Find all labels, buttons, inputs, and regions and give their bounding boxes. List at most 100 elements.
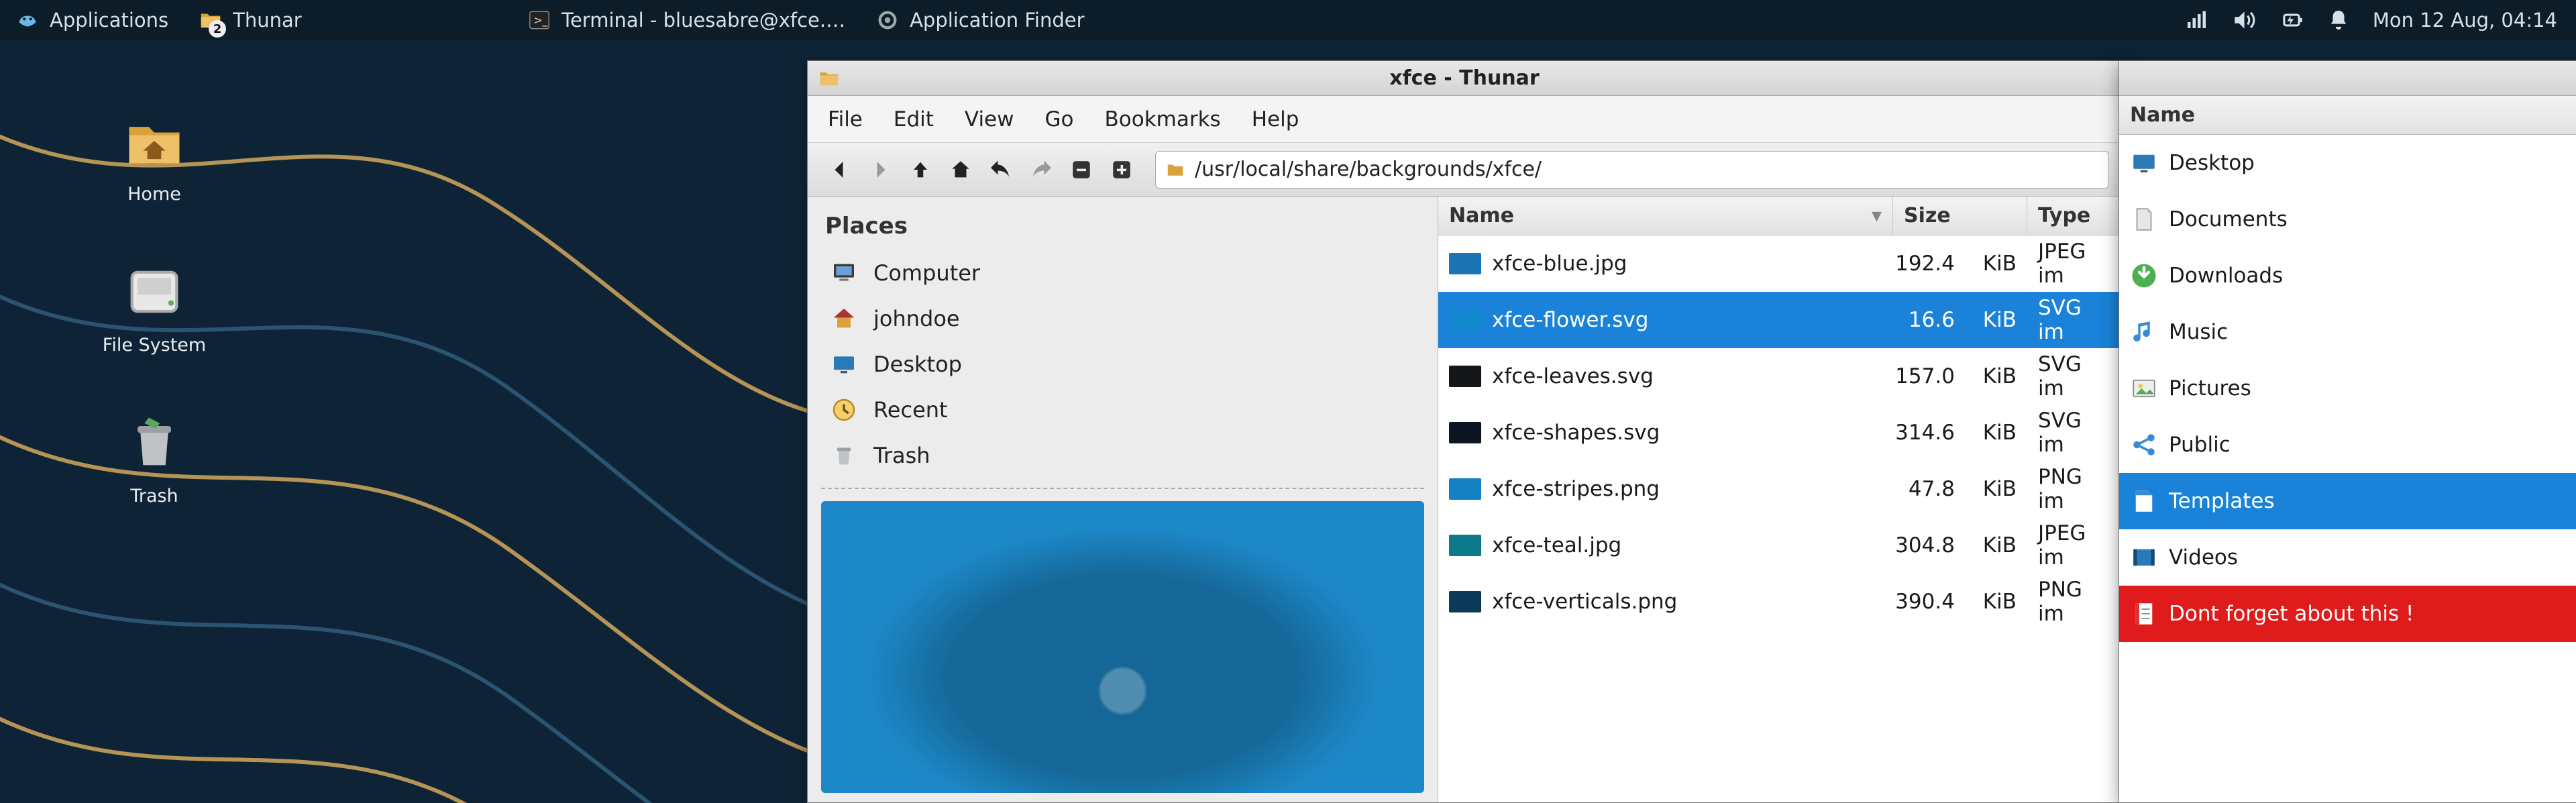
file-row[interactable]: xfce-teal.jpg304.8 KiBJPEG im — [1438, 517, 2121, 574]
file-row[interactable]: xfce-shapes.svg314.6 KiBSVG im — [1438, 405, 2121, 461]
sidebar-place-computer[interactable]: Computer — [808, 250, 1438, 296]
file-name: xfce-teal.jpg — [1492, 533, 1621, 557]
file-unit: KiB — [1983, 308, 2017, 332]
place-label: Desktop — [873, 352, 962, 377]
recent-icon — [829, 395, 859, 425]
file-row[interactable]: xfce-leaves.svg157.0 KiBSVG im — [1438, 348, 2121, 405]
folder-row[interactable]: Templates4.0 — [2119, 473, 2576, 529]
place-label: Recent — [873, 397, 948, 423]
taskbar-item-appfinder[interactable]: Application Finder — [860, 0, 1099, 40]
titlebar[interactable]: ▾ — [2119, 61, 2576, 96]
col-name[interactable]: Name ▾ — [1438, 197, 1893, 235]
sidebar-place-desktop[interactable]: Desktop — [808, 341, 1438, 387]
file-type: PNG im — [2038, 465, 2110, 513]
forward-button[interactable] — [860, 150, 900, 190]
location-bar[interactable]: /usr/local/share/backgrounds/xfce/ — [1155, 151, 2109, 189]
file-unit: KiB — [1983, 252, 2017, 276]
menu-go[interactable]: Go — [1045, 107, 1074, 131]
notifications-icon[interactable] — [2327, 9, 2350, 32]
menu-bookmarks[interactable]: Bookmarks — [1105, 107, 1221, 131]
parent-button[interactable] — [900, 150, 941, 190]
folder-icon — [1165, 160, 1185, 180]
col-size[interactable]: Size — [1893, 197, 2027, 235]
computer-icon — [829, 258, 859, 288]
sidebar-place-home[interactable]: johndoe — [808, 296, 1438, 341]
file-row[interactable]: xfce-stripes.png47.8 KiBPNG im — [1438, 461, 2121, 517]
applications-label: Applications — [50, 9, 168, 32]
public-icon — [2130, 431, 2158, 459]
file-unit: KiB — [1983, 477, 2017, 501]
file-size: 16.6 — [1909, 308, 1955, 332]
folder-row[interactable]: Public4.0 — [2119, 417, 2576, 473]
desktop-icon-label: Home — [127, 184, 181, 205]
col-type[interactable]: Type — [2027, 197, 2121, 235]
item-label: Public — [2169, 433, 2231, 457]
desktop-icon-filesystem[interactable]: File System — [87, 258, 221, 356]
file-size: 390.4 — [1895, 590, 1955, 614]
thumbnail — [1449, 422, 1481, 443]
menu-file[interactable]: File — [828, 107, 863, 131]
folder-row[interactable]: Dont forget about this !0 b — [2119, 586, 2576, 642]
applications-menu[interactable]: Applications — [0, 0, 183, 40]
taskbar-item-thunar[interactable]: 2 Thunar — [183, 0, 512, 40]
window-title: xfce - Thunar — [1389, 66, 1539, 90]
file-row[interactable]: xfce-verticals.png390.4 KiBPNG im — [1438, 574, 2121, 630]
file-name: xfce-blue.jpg — [1492, 252, 1627, 276]
top-panel: Applications 2 Thunar >_ Terminal - blue… — [0, 0, 2576, 40]
trash-icon — [829, 441, 859, 470]
sidebar-place-trash[interactable]: Trash — [808, 433, 1438, 478]
redo-button[interactable] — [1021, 150, 1061, 190]
thumbnail — [1449, 535, 1481, 556]
desktop-icon-home[interactable]: Home — [87, 107, 221, 205]
clock[interactable]: Mon 12 Aug, 04:14 — [2373, 9, 2557, 32]
desktop-icon-trash[interactable]: Trash — [87, 409, 221, 506]
menu-edit[interactable]: Edit — [894, 107, 934, 131]
zoom-out-button[interactable] — [1061, 150, 1102, 190]
sidebar-place-recent[interactable]: Recent — [808, 387, 1438, 433]
file-name: xfce-stripes.png — [1492, 477, 1660, 501]
file-type: PNG im — [2038, 578, 2110, 626]
back-button[interactable] — [820, 150, 860, 190]
zoom-in-button[interactable] — [1102, 150, 1142, 190]
file-size: 192.4 — [1895, 252, 1955, 276]
folder-row[interactable]: Downloads4.0 — [2119, 248, 2576, 304]
item-label: Documents — [2169, 207, 2288, 231]
home-folder-icon — [121, 107, 188, 174]
menu-view[interactable]: View — [965, 107, 1014, 131]
network-icon[interactable] — [2184, 8, 2208, 32]
file-row[interactable]: xfce-flower.svg16.6 KiBSVG im — [1438, 292, 2121, 348]
folder-row[interactable]: Music4.0 — [2119, 304, 2576, 360]
taskbar-item-terminal[interactable]: >_ Terminal - bluesabre@xfce.… — [512, 0, 860, 40]
file-row[interactable]: xfce-blue.jpg192.4 KiBJPEG im — [1438, 235, 2121, 292]
note-icon — [2130, 600, 2158, 628]
folder-row[interactable]: Pictures4.0 — [2119, 360, 2576, 417]
file-list: Name ▾ Size Type xfce-blue.jpg192.4 KiBJ… — [1438, 197, 2121, 802]
file-name: xfce-flower.svg — [1492, 308, 1648, 332]
file-unit: KiB — [1983, 590, 2017, 614]
titlebar[interactable]: xfce - Thunar — [808, 61, 2121, 96]
home-button[interactable] — [941, 150, 981, 190]
folder-row[interactable]: Videos4.0 — [2119, 529, 2576, 586]
col-name[interactable]: Name — [2119, 96, 2576, 134]
gear-icon — [875, 7, 900, 33]
thumbnail — [1449, 366, 1481, 387]
column-headers: Name Size — [2119, 96, 2576, 135]
desktop-icon — [829, 350, 859, 379]
folder-row[interactable]: Desktop4.0 — [2119, 135, 2576, 191]
file-size: 157.0 — [1895, 364, 1955, 388]
file-name: xfce-leaves.svg — [1492, 364, 1654, 388]
file-unit: KiB — [1983, 364, 2017, 388]
menubar: File Edit View Go Bookmarks Help — [808, 96, 2121, 143]
volume-icon[interactable] — [2231, 7, 2256, 33]
folder-row[interactable]: Documents4.0 — [2119, 191, 2576, 248]
menu-help[interactable]: Help — [1252, 107, 1299, 131]
desktop-icon-label: File System — [103, 335, 206, 356]
file-size: 304.8 — [1895, 533, 1955, 557]
item-label: Videos — [2169, 545, 2238, 570]
item-label: Downloads — [2169, 264, 2283, 288]
sidebar-divider — [821, 488, 1424, 489]
place-label: johndoe — [873, 306, 960, 331]
thumbnail — [1449, 591, 1481, 612]
battery-icon[interactable] — [2279, 7, 2304, 33]
undo-button[interactable] — [981, 150, 1021, 190]
